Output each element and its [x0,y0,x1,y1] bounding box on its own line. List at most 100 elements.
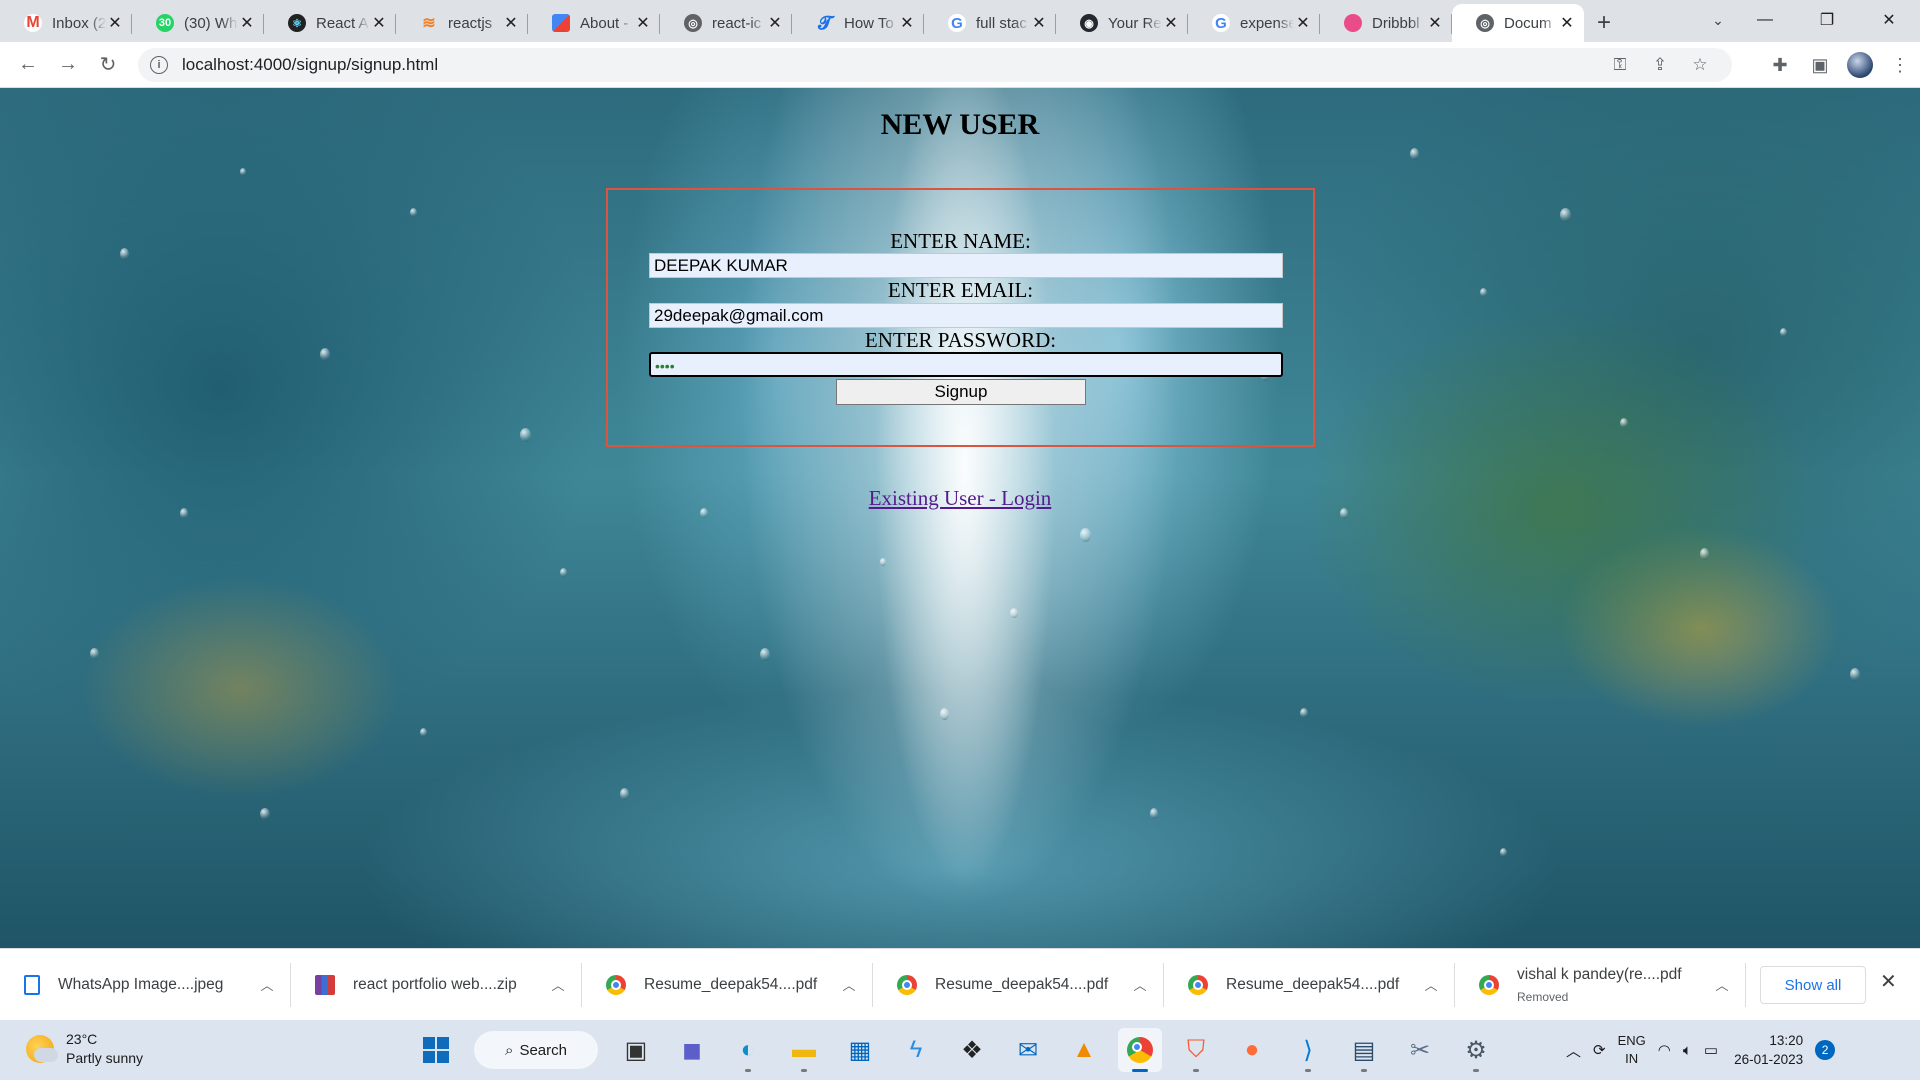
language-indicator[interactable]: ENG IN [1618,1032,1646,1068]
download-item[interactable]: vishal k pandey(re....pdf Removed ︿ [1455,949,1746,1021]
chrome-taskbar-icon[interactable] [1118,1028,1162,1072]
tab-document[interactable]: ◎ Docum ✕ [1452,4,1584,42]
download-item[interactable]: react portfolio web....zip ︿ [291,949,582,1021]
existing-user-login-link[interactable]: Existing User - Login [869,486,1052,510]
taskbar-search[interactable]: ⌕ Search [474,1031,598,1069]
snipping-tool-icon[interactable]: ✂ [1398,1028,1442,1072]
download-filename: Resume_deepak54....pdf [644,975,818,993]
postman-icon[interactable]: ● [1230,1028,1274,1072]
key-icon[interactable]: ⚿ [1600,55,1640,75]
close-icon[interactable]: ✕ [370,13,388,33]
signup-button[interactable]: Signup [836,379,1086,405]
tab-react[interactable]: ⚛ React A ✕ [264,4,396,42]
store-icon[interactable]: ▦ [838,1028,882,1072]
file-explorer-icon[interactable]: ▬ [782,1028,826,1072]
close-icon[interactable]: ✕ [766,13,784,33]
mail-icon[interactable]: ✉ [1006,1028,1050,1072]
show-all-button[interactable]: Show all [1760,966,1866,1004]
download-item[interactable]: Resume_deepak54....pdf ︿ [582,949,873,1021]
close-icon[interactable]: ✕ [1162,13,1180,33]
close-icon[interactable]: ✕ [1030,13,1048,33]
download-filename: Resume_deepak54....pdf [935,975,1109,993]
tab-expense[interactable]: Gexpense ✕ [1188,4,1320,42]
close-icon[interactable]: ✕ [898,13,916,33]
weather-widget[interactable]: 23°C Partly sunny [26,1030,143,1068]
profile-avatar[interactable] [1847,52,1873,78]
chevron-up-icon[interactable]: ︿ [548,975,568,994]
chrome-icon [1188,974,1208,995]
close-shelf-icon[interactable]: ✕ [1880,969,1897,994]
download-item[interactable]: Resume_deepak54....pdf ︿ [873,949,1164,1021]
tab-github[interactable]: ◉ Your Re ✕ [1056,4,1188,42]
new-tab-button[interactable]: + [1584,4,1624,42]
menu-icon[interactable]: ⋮ [1880,45,1920,85]
settings-icon[interactable]: ⚙ [1454,1028,1498,1072]
close-icon[interactable]: ✕ [106,13,124,33]
download-item[interactable]: Resume_deepak54....pdf ︿ [1164,949,1455,1021]
clock-date: 26-01-2023 [1734,1052,1804,1067]
chevron-up-icon[interactable]: ︿ [1712,975,1732,994]
terminal-icon[interactable]: ▤ [1342,1028,1386,1072]
address-bar[interactable]: i localhost:4000/signup/signup.html ⚿ ⇪ … [138,48,1732,82]
window-close-icon[interactable]: ✕ [1858,0,1920,40]
zip-icon [315,974,335,995]
url-text[interactable]: localhost:4000/signup/signup.html [182,55,1600,75]
rain-drop [1500,848,1507,857]
email-input[interactable]: 29deepak@gmail.com [649,303,1283,328]
weather-desc: Partly sunny [66,1050,144,1066]
file-icon [24,974,40,995]
restore-icon[interactable]: ❐ [1796,0,1858,40]
close-icon[interactable]: ✕ [502,13,520,33]
sync-icon[interactable]: ⟳ [1593,1041,1606,1059]
wifi-icon[interactable]: ◠ [1658,1041,1671,1059]
tab-fullstack[interactable]: Gfull stac ✕ [924,4,1056,42]
close-icon[interactable]: ✕ [238,13,256,33]
close-icon[interactable]: ✕ [1558,13,1576,33]
battery-icon[interactable]: ▭ [1704,1041,1718,1059]
reload-icon[interactable]: ↻ [88,45,128,85]
side-panel-icon[interactable]: ▣ [1800,45,1840,85]
chevron-up-icon[interactable]: ︿ [257,975,277,994]
password-input[interactable]: •••• [649,352,1283,377]
tab-whatsapp[interactable]: 30 (30) Wh ✕ [132,4,264,42]
dropbox-icon[interactable]: ❖ [950,1028,994,1072]
tab-title: Dribbbl [1372,14,1420,32]
site-info-icon[interactable]: i [150,56,168,74]
brave-icon[interactable]: ⛉ [1174,1028,1218,1072]
tab-react-icons[interactable]: ◎ react-ic ✕ [660,4,792,42]
tab-title: react-ic [712,14,762,32]
bookmark-star-icon[interactable]: ☆ [1680,55,1720,75]
chevron-up-icon[interactable]: ︿ [1130,975,1150,994]
vscode-blue-icon[interactable]: ϟ [894,1028,938,1072]
close-icon[interactable]: ✕ [634,13,652,33]
clock[interactable]: 13:20 26-01-2023 [1734,1031,1803,1069]
tab-dribbble[interactable]: Dribbbl ✕ [1320,4,1452,42]
globe-icon: ◎ [684,14,702,32]
task-view-icon[interactable]: ▣ [614,1028,658,1072]
back-icon[interactable]: ← [8,45,48,85]
tab-howto[interactable]: 𝓣 How To ✕ [792,4,924,42]
tab-gmail[interactable]: M Inbox (2 ✕ [0,4,132,42]
share-icon[interactable]: ⇪ [1640,55,1680,75]
chevron-up-icon[interactable]: ︿ [839,975,859,994]
teams-chat-icon[interactable]: ◼ [670,1028,714,1072]
volume-icon[interactable]: 🔈︎ [1683,1042,1692,1059]
close-icon[interactable]: ✕ [1294,13,1312,33]
notification-badge[interactable]: 2 [1815,1040,1836,1060]
chevron-up-icon[interactable]: ︿ [1421,975,1441,994]
download-item[interactable]: WhatsApp Image....jpeg ︿ [0,949,291,1021]
forward-icon[interactable]: → [48,45,88,85]
tab-about[interactable]: About - ✕ [528,4,660,42]
start-button[interactable] [414,1028,458,1072]
tab-search-icon[interactable]: ⌄ [1700,4,1736,36]
close-icon[interactable]: ✕ [1426,13,1444,33]
name-input[interactable]: DEEPAK KUMAR [649,253,1283,278]
chevron-up-icon[interactable]: ︿ [1566,1040,1581,1061]
tab-title: expense [1240,14,1294,32]
vscode-icon[interactable]: ⟩ [1286,1028,1330,1072]
tab-reactjs[interactable]: ≋ reactjs ✕ [396,4,528,42]
extensions-icon[interactable]: ✚ [1760,45,1800,85]
minimize-icon[interactable]: — [1734,0,1796,40]
edge-icon[interactable]: ◐ [726,1028,770,1072]
vlc-icon[interactable]: ▲ [1062,1028,1106,1072]
